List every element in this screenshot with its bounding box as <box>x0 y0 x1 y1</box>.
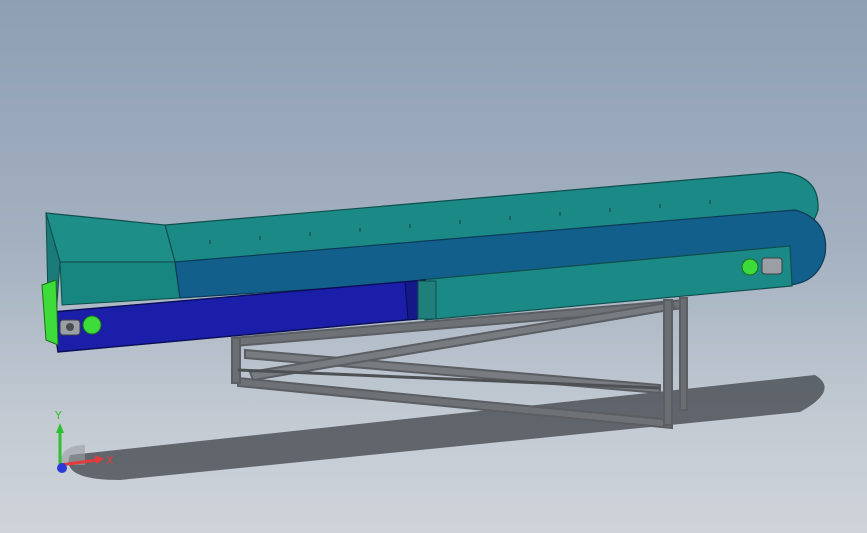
right-bearing[interactable] <box>761 257 783 275</box>
end-plate[interactable] <box>41 279 59 346</box>
model-shadow <box>68 375 825 480</box>
y-axis-arrow-icon <box>56 423 64 433</box>
y-axis-label: Y <box>54 409 62 422</box>
z-axis-icon <box>57 463 67 473</box>
joint-plate[interactable] <box>417 280 437 320</box>
right-roller-highlight[interactable] <box>741 258 759 276</box>
hopper-wall[interactable] <box>45 212 176 263</box>
left-roller-highlight[interactable] <box>82 315 102 335</box>
x-axis-arrow-icon <box>95 455 104 464</box>
x-axis-label: X <box>106 454 114 467</box>
conveyor-model-view[interactable] <box>0 0 867 533</box>
coordinate-triad[interactable]: Y X <box>40 405 130 495</box>
cad-viewport[interactable]: Y X <box>0 0 867 533</box>
